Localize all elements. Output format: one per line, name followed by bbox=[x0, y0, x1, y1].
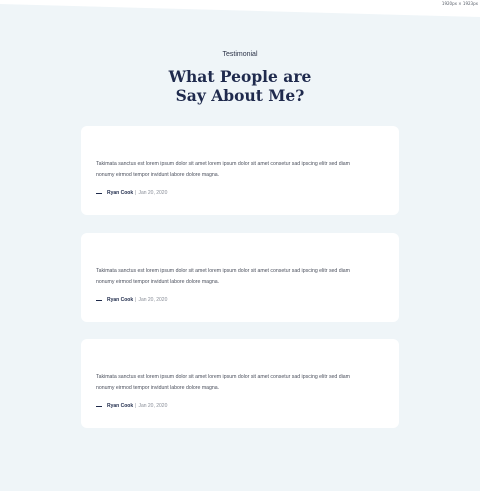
top-wave-shape bbox=[0, 0, 480, 17]
testimonial-meta: Ryan Cook | Jan 20, 2020 bbox=[96, 190, 167, 196]
dimensions-label: 1920px × 1923px bbox=[441, 1, 478, 6]
testimonial-meta: Ryan Cook | Jan 20, 2020 bbox=[96, 403, 167, 409]
testimonial-card: Takimata sanctus est lorem ipsum dolor s… bbox=[81, 233, 399, 322]
testimonial-quote: Takimata sanctus est lorem ipsum dolor s… bbox=[96, 159, 388, 180]
quote-line: Takimata sanctus est lorem ipsum dolor s… bbox=[96, 374, 350, 380]
section-eyebrow: Testimonial bbox=[222, 51, 258, 58]
testimonial-meta: Ryan Cook | Jan 20, 2020 bbox=[96, 297, 167, 303]
meta-separator: | bbox=[135, 190, 137, 196]
section-heading: What People are Say About Me? bbox=[0, 67, 480, 105]
testimonial-card: Takimata sanctus est lorem ipsum dolor s… bbox=[81, 339, 399, 428]
author-name: Ryan Cook bbox=[107, 403, 134, 409]
author-name: Ryan Cook bbox=[107, 297, 134, 303]
testimonial-quote: Takimata sanctus est lorem ipsum dolor s… bbox=[96, 372, 388, 393]
meta-separator: | bbox=[135, 297, 137, 303]
section-heading-line-2: Say About Me? bbox=[175, 86, 305, 105]
testimonial-card: Takimata sanctus est lorem ipsum dolor s… bbox=[81, 126, 399, 215]
testimonial-date: Jan 20, 2020 bbox=[138, 190, 168, 196]
quote-line: nonumy eirmod tempor invidunt labore dol… bbox=[96, 384, 220, 391]
testimonial-quote: Takimata sanctus est lorem ipsum dolor s… bbox=[96, 266, 388, 287]
author-dash bbox=[96, 299, 102, 301]
testimonial-date: Jan 20, 2020 bbox=[138, 297, 168, 303]
section-heading-line-1: What People are bbox=[168, 67, 312, 86]
quote-line: nonumy eirmod tempor invidunt labore dol… bbox=[96, 278, 220, 285]
testimonial-date: Jan 20, 2020 bbox=[138, 403, 168, 409]
author-dash bbox=[96, 405, 102, 407]
meta-separator: | bbox=[135, 403, 137, 409]
quote-line: nonumy eirmod tempor invidunt labore dol… bbox=[96, 171, 220, 178]
author-dash bbox=[96, 192, 102, 194]
quote-line: Takimata sanctus est lorem ipsum dolor s… bbox=[96, 268, 350, 274]
quote-line: Takimata sanctus est lorem ipsum dolor s… bbox=[96, 161, 350, 167]
author-name: Ryan Cook bbox=[107, 190, 134, 196]
